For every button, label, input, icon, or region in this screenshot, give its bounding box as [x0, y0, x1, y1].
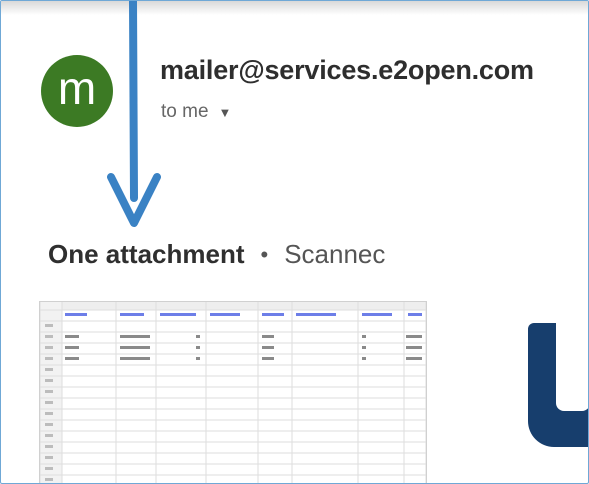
toolbar-shadow: [1, 1, 588, 15]
sender-address[interactable]: mailer@services.e2open.com: [160, 55, 534, 86]
spreadsheet-preview-icon: [40, 302, 426, 483]
recipient-label: to me: [161, 101, 209, 122]
document-logo-notch: [556, 323, 588, 411]
email-view: m mailer@services.e2open.com to me ▼ One…: [0, 0, 589, 484]
attachment-thumbnail[interactable]: [39, 301, 427, 483]
caret-down-icon[interactable]: ▼: [219, 105, 232, 120]
separator-dot: •: [260, 241, 269, 267]
scan-status-label: Scannec: [284, 239, 386, 269]
attachments-header: One attachment • Scannec: [48, 239, 385, 270]
sender-avatar[interactable]: m: [41, 55, 113, 127]
recipient-details[interactable]: to me ▼: [161, 101, 231, 123]
attachments-title: One attachment: [48, 239, 245, 269]
